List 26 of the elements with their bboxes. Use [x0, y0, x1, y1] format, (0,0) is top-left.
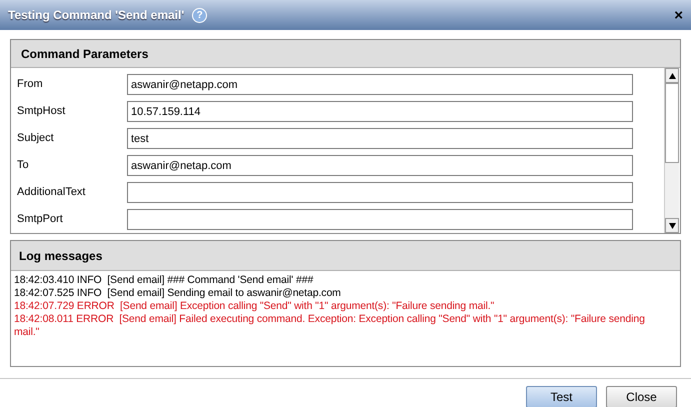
log-line: 18:42:03.410 INFO [Send email] ### Command 'Send email' ###: [14, 274, 314, 287]
scroll-up-icon[interactable]: [665, 68, 679, 83]
input-field[interactable]: 10.57.159.114: [127, 101, 633, 122]
input-field[interactable]: aswanir@netapp.com: [127, 74, 633, 95]
window-title: Testing Command 'Send email': [8, 7, 184, 24]
field-label: Subject: [17, 131, 55, 146]
field-label: AdditionalText: [17, 185, 86, 200]
input-field[interactable]: [127, 182, 633, 203]
panel-title: Log messages: [19, 248, 102, 264]
panel-title: Command Parameters: [21, 46, 148, 62]
dialog-button[interactable]: Test: [526, 386, 597, 407]
close-button[interactable]: ×: [674, 8, 683, 22]
log-line: 18:42:08.011 ERROR [Send email] Failed executing command. Exception: Exception calling "Send" with "1" argument(s): "Failure sending mail.": [14, 313, 646, 339]
dialog-button[interactable]: Close: [606, 386, 677, 407]
log-line: 18:42:07.525 INFO [Send email] Sending email to aswanir@netap.com: [14, 287, 342, 300]
log-line: 18:42:07.729 ERROR [Send email] Exception calling "Send" with "1" argument(s): "Failure sending mail.": [14, 300, 496, 313]
field-label: SmtpPort: [17, 212, 64, 228]
input-field[interactable]: [127, 209, 633, 230]
input-field[interactable]: test: [127, 128, 633, 149]
scroll-thumb[interactable]: [665, 83, 679, 163]
field-label: From: [17, 77, 44, 92]
field-label: To: [17, 158, 30, 174]
scrollbar[interactable]: [664, 68, 679, 233]
input-field[interactable]: aswanir@netap.com: [127, 155, 633, 176]
field-label: SmtpHost: [17, 104, 66, 120]
scroll-down-icon[interactable]: [665, 218, 679, 233]
